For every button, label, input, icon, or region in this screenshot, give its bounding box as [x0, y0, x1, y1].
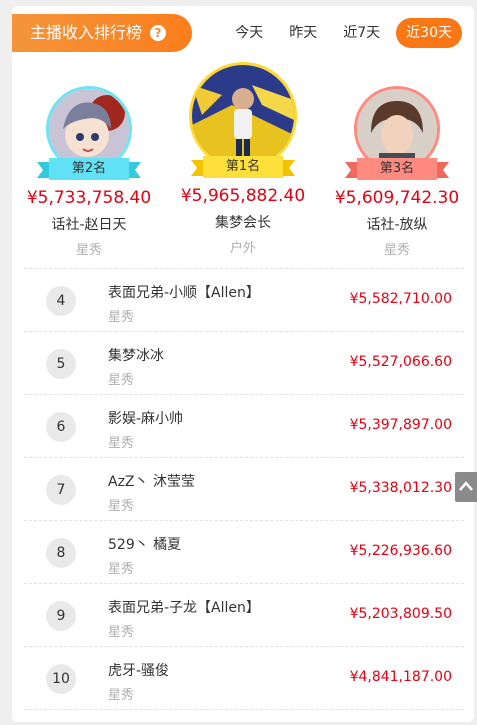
top-three-podium: 第2名 ¥5,733,758.40 话社-赵日天 星秀 第1名 ¥5,965,8…: [12, 62, 474, 262]
ranking-card: 主播收入排行榜? 今天 昨天 近7天 近30天 第2名 ¥5,733,758.4…: [12, 6, 474, 722]
avatar[interactable]: [189, 62, 297, 170]
category-label: 星秀: [75, 243, 102, 258]
rank-ribbon: 第1名: [191, 156, 295, 178]
rank-number: 4: [46, 286, 76, 316]
streamer-name[interactable]: 虎牙-骚俊: [108, 660, 169, 680]
rank-number: 9: [46, 601, 76, 631]
time-range-tabs: 今天 昨天 近7天 近30天: [219, 18, 462, 48]
category-label: 星秀: [108, 625, 135, 640]
arrow-up-icon: [459, 481, 473, 491]
income-amount: ¥5,338,012.30: [349, 480, 452, 496]
streamer-name[interactable]: 集梦会长: [166, 212, 320, 232]
list-divider: [24, 709, 464, 710]
streamer-photo-image: [357, 89, 437, 169]
title-text: 主播收入排行榜: [30, 23, 143, 42]
streamer-name[interactable]: 529丶 橘夏: [108, 534, 181, 554]
tab-yesterday[interactable]: 昨天: [279, 18, 327, 48]
income-amount: ¥5,733,758.40: [26, 188, 152, 208]
income-amount: ¥5,527,066.60: [349, 354, 452, 370]
rank-ribbon: 第2名: [37, 158, 141, 180]
rank-number: 10: [46, 664, 76, 694]
category-label: 星秀: [108, 310, 135, 325]
list-item[interactable]: 6 影娱-麻小帅 星秀 ¥5,397,897.00: [24, 394, 464, 457]
anime-avatar-image: [49, 89, 129, 169]
tab-today[interactable]: 今天: [225, 18, 273, 48]
streamer-name[interactable]: 话社-放纵: [320, 214, 474, 234]
income-amount: ¥4,841,187.00: [349, 669, 452, 685]
category-label: 星秀: [108, 373, 135, 388]
category-label: 星秀: [383, 243, 410, 258]
rank-ribbon: 第3名: [345, 158, 449, 180]
category-label: 星秀: [108, 499, 135, 514]
streamer-name[interactable]: 表面兄弟-小顺【Allen】: [108, 282, 260, 302]
income-amount: ¥5,397,897.00: [349, 417, 452, 433]
category-label: 户外: [229, 241, 256, 256]
page-title: 主播收入排行榜?: [12, 14, 192, 52]
rank-number: 8: [46, 538, 76, 568]
rank-number: 5: [46, 349, 76, 379]
list-item[interactable]: 7 AzZ丶 沐莹莹 星秀 ¥5,338,012.30: [24, 457, 464, 520]
income-amount: ¥5,609,742.30: [334, 188, 460, 208]
streamer-photo-image: [192, 65, 294, 167]
list-item[interactable]: 9 表面兄弟-子龙【Allen】 星秀 ¥5,203,809.50: [24, 583, 464, 646]
income-amount: ¥5,226,936.60: [349, 543, 452, 559]
rank-number: 7: [46, 475, 76, 505]
tab-7-days[interactable]: 近7天: [333, 18, 390, 48]
scroll-to-top-button[interactable]: [455, 472, 477, 502]
category-label: 星秀: [108, 562, 135, 577]
list-item[interactable]: 4 表面兄弟-小顺【Allen】 星秀 ¥5,582,710.00: [24, 268, 464, 331]
help-icon[interactable]: ?: [150, 25, 167, 41]
streamer-name[interactable]: AzZ丶 沐莹莹: [108, 471, 195, 491]
streamer-name[interactable]: 表面兄弟-子龙【Allen】: [108, 597, 260, 617]
rank-badge-first: 第1名: [225, 159, 261, 174]
tab-30-days[interactable]: 近30天: [396, 18, 462, 48]
category-label: 星秀: [108, 688, 135, 703]
rank-number: 6: [46, 412, 76, 442]
list-item[interactable]: 10 虎牙-骚俊 星秀 ¥4,841,187.00: [24, 646, 464, 709]
streamer-name[interactable]: 集梦冰冰: [108, 345, 164, 365]
streamer-name[interactable]: 话社-赵日天: [12, 214, 166, 234]
streamer-name[interactable]: 影娱-麻小帅: [108, 408, 183, 428]
ranking-list: 4 表面兄弟-小顺【Allen】 星秀 ¥5,582,710.00 5 集梦冰冰…: [24, 268, 464, 710]
income-amount: ¥5,582,710.00: [349, 291, 452, 307]
list-item[interactable]: 8 529丶 橘夏 星秀 ¥5,226,936.60: [24, 520, 464, 583]
podium-third[interactable]: 第3名 ¥5,609,742.30 话社-放纵 星秀: [320, 86, 474, 258]
rank-badge-third: 第3名: [379, 161, 415, 176]
podium-second[interactable]: 第2名 ¥5,733,758.40 话社-赵日天 星秀: [12, 86, 166, 258]
income-amount: ¥5,965,882.40: [180, 186, 306, 206]
category-label: 星秀: [108, 436, 135, 451]
income-amount: ¥5,203,809.50: [349, 606, 452, 622]
podium-first[interactable]: 第1名 ¥5,965,882.40 集梦会长 户外: [166, 62, 320, 256]
list-item[interactable]: 5 集梦冰冰 星秀 ¥5,527,066.60: [24, 331, 464, 394]
rank-badge-second: 第2名: [71, 161, 107, 176]
